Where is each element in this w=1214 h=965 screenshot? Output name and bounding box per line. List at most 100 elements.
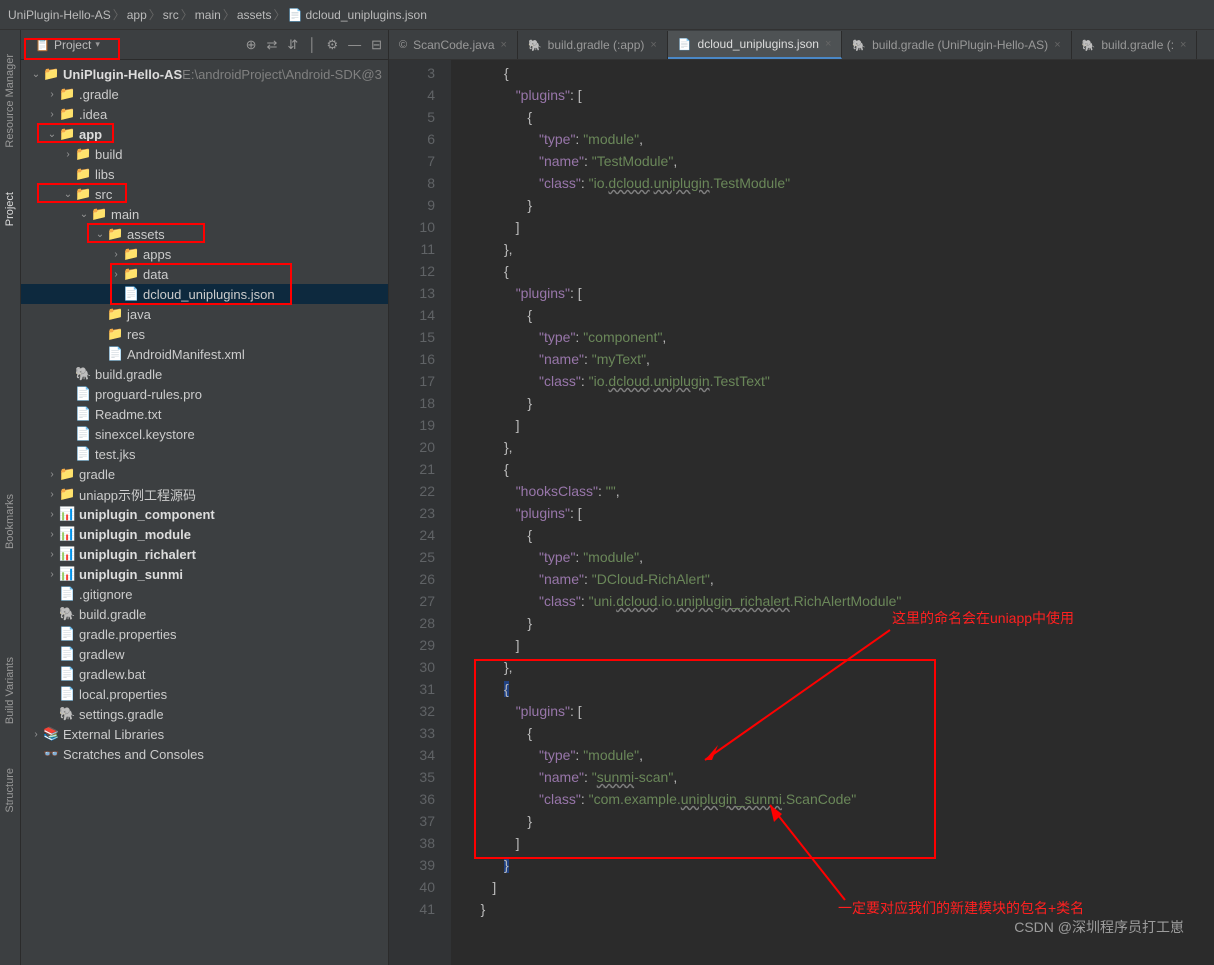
code-line[interactable]: "plugins": [: [469, 282, 1214, 304]
code-line[interactable]: }: [469, 810, 1214, 832]
tree-item[interactable]: › 📊 uniplugin_component: [21, 504, 388, 524]
tree-item[interactable]: 📄 sinexcel.keystore: [21, 424, 388, 444]
toolbar-icon[interactable]: ⇄: [267, 37, 278, 53]
project-selector[interactable]: 📋 Project ▾: [27, 36, 108, 54]
code-line[interactable]: }: [469, 392, 1214, 414]
tree-item[interactable]: 📁 res: [21, 324, 388, 344]
code-line[interactable]: }: [469, 612, 1214, 634]
tree-arrow[interactable]: ⌄: [29, 69, 43, 80]
toolbar-icon[interactable]: │: [308, 37, 316, 53]
code-line[interactable]: {: [469, 678, 1214, 700]
code-line[interactable]: "name": "sunmi-scan",: [469, 766, 1214, 788]
code-line[interactable]: ]: [469, 634, 1214, 656]
toolbar-icon[interactable]: ⚙: [326, 37, 338, 53]
code-line[interactable]: "type": "component",: [469, 326, 1214, 348]
toolbar-icon[interactable]: ⊟: [371, 37, 382, 53]
code-line[interactable]: "class": "io.dcloud.uniplugin.TestModule…: [469, 172, 1214, 194]
tree-arrow[interactable]: ›: [45, 469, 59, 480]
tab-close-icon[interactable]: ×: [1054, 39, 1060, 51]
code-line[interactable]: }: [469, 854, 1214, 876]
code-line[interactable]: "name": "myText",: [469, 348, 1214, 370]
code-line[interactable]: "plugins": [: [469, 700, 1214, 722]
tree-item[interactable]: 📄 gradlew: [21, 644, 388, 664]
tree-arrow[interactable]: ›: [45, 549, 59, 560]
tree-item[interactable]: 📄 .gitignore: [21, 584, 388, 604]
tree-item[interactable]: › 📁 apps: [21, 244, 388, 264]
tree-item[interactable]: 📄 Readme.txt: [21, 404, 388, 424]
editor-tab[interactable]: 🐘 build.gradle (: ×: [1072, 31, 1198, 59]
tree-item[interactable]: › 📁 .gradle: [21, 84, 388, 104]
tree-arrow[interactable]: ›: [45, 489, 59, 500]
code-line[interactable]: {: [469, 260, 1214, 282]
tree-arrow[interactable]: ›: [109, 249, 123, 260]
editor-tab[interactable]: 🐘 build.gradle (:app) ×: [518, 31, 668, 59]
code-line[interactable]: "type": "module",: [469, 744, 1214, 766]
tree-arrow[interactable]: ›: [45, 529, 59, 540]
code-content[interactable]: { "plugins": [ { "type": "module", "name…: [451, 60, 1214, 965]
code-line[interactable]: ]: [469, 414, 1214, 436]
editor-tab[interactable]: 🐘 build.gradle (UniPlugin-Hello-AS) ×: [842, 31, 1071, 59]
code-line[interactable]: ]: [469, 832, 1214, 854]
tree-item[interactable]: 📄 proguard-rules.pro: [21, 384, 388, 404]
tree-item[interactable]: 🐘 build.gradle: [21, 604, 388, 624]
code-line[interactable]: },: [469, 238, 1214, 260]
code-line[interactable]: "type": "module",: [469, 546, 1214, 568]
tree-item[interactable]: 🐘 settings.gradle: [21, 704, 388, 724]
tree-item[interactable]: ⌄ 📁 assets: [21, 224, 388, 244]
tree-item[interactable]: › 📊 uniplugin_sunmi: [21, 564, 388, 584]
tree-arrow[interactable]: ›: [45, 109, 59, 120]
tab-close-icon[interactable]: ×: [825, 38, 831, 50]
code-line[interactable]: {: [469, 106, 1214, 128]
code-line[interactable]: "plugins": [: [469, 502, 1214, 524]
tree-item[interactable]: 📄 AndroidManifest.xml: [21, 344, 388, 364]
breadcrumb-item[interactable]: assets: [237, 8, 272, 22]
tree-item[interactable]: › 📁 uniapp示例工程源码: [21, 484, 388, 504]
toolbar-icon[interactable]: —: [348, 37, 361, 53]
tree-item[interactable]: › 📁 data: [21, 264, 388, 284]
tree-item[interactable]: › 📊 uniplugin_richalert: [21, 544, 388, 564]
tree-item[interactable]: › 📁 gradle: [21, 464, 388, 484]
editor-tab[interactable]: 📄 dcloud_uniplugins.json ×: [668, 31, 843, 59]
tree-item[interactable]: 📄 gradle.properties: [21, 624, 388, 644]
tree-arrow[interactable]: ⌄: [45, 129, 59, 140]
code-line[interactable]: {: [469, 722, 1214, 744]
tree-item[interactable]: › 📚 External Libraries: [21, 724, 388, 744]
toolbar-icon[interactable]: ⇵: [287, 37, 298, 53]
code-line[interactable]: "type": "module",: [469, 128, 1214, 150]
tree-item[interactable]: ⌄ 📁 src: [21, 184, 388, 204]
tree-arrow[interactable]: ›: [29, 729, 43, 740]
project-tree[interactable]: ⌄ 📁 UniPlugin-Hello-AS E:\androidProject…: [21, 60, 388, 965]
code-area[interactable]: 3456789101112131415161718192021222324252…: [389, 60, 1214, 965]
tree-item[interactable]: 📄 local.properties: [21, 684, 388, 704]
tree-item[interactable]: ⌄ 📁 main: [21, 204, 388, 224]
breadcrumb-item[interactable]: app: [127, 8, 147, 22]
code-line[interactable]: "class": "com.example.uniplugin_sunmi.Sc…: [469, 788, 1214, 810]
tree-item[interactable]: 📁 java: [21, 304, 388, 324]
tree-arrow[interactable]: ›: [45, 509, 59, 520]
tree-item[interactable]: › 📊 uniplugin_module: [21, 524, 388, 544]
breadcrumb-item[interactable]: UniPlugin-Hello-AS: [8, 8, 111, 22]
tree-arrow[interactable]: ›: [61, 149, 75, 160]
tree-item[interactable]: ⌄ 📁 app: [21, 124, 388, 144]
code-line[interactable]: ]: [469, 216, 1214, 238]
tab-close-icon[interactable]: ×: [501, 39, 507, 51]
tree-arrow[interactable]: ›: [109, 269, 123, 280]
code-line[interactable]: "hooksClass": "",: [469, 480, 1214, 502]
tree-arrow[interactable]: ›: [45, 569, 59, 580]
rail-resource-manager[interactable]: Resource Manager: [4, 50, 16, 152]
code-line[interactable]: "plugins": [: [469, 84, 1214, 106]
rail-project[interactable]: Project: [4, 188, 16, 230]
tree-arrow[interactable]: ⌄: [61, 189, 75, 200]
rail-structure[interactable]: Structure: [4, 764, 16, 817]
tree-item[interactable]: 📁 libs: [21, 164, 388, 184]
tree-item[interactable]: 🐘 build.gradle: [21, 364, 388, 384]
code-line[interactable]: "name": "TestModule",: [469, 150, 1214, 172]
code-line[interactable]: },: [469, 436, 1214, 458]
editor-tab[interactable]: © ScanCode.java ×: [389, 31, 518, 59]
code-line[interactable]: {: [469, 524, 1214, 546]
tree-arrow[interactable]: ›: [45, 89, 59, 100]
tab-close-icon[interactable]: ×: [1180, 39, 1186, 51]
breadcrumb-item[interactable]: src: [163, 8, 179, 22]
tree-item[interactable]: 📄 gradlew.bat: [21, 664, 388, 684]
toolbar-icon[interactable]: ⊕: [246, 37, 257, 53]
